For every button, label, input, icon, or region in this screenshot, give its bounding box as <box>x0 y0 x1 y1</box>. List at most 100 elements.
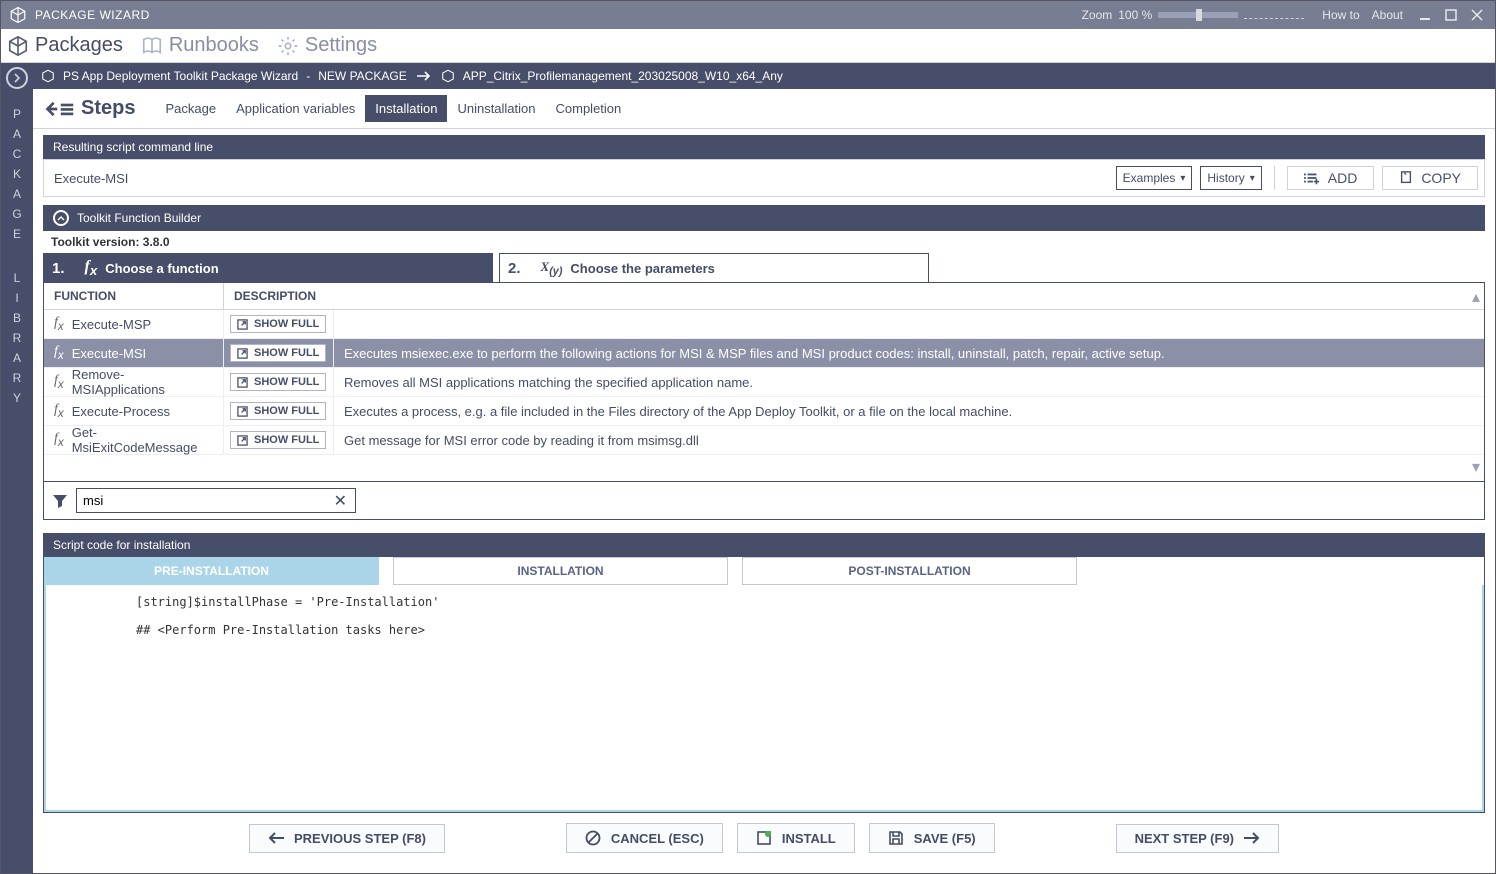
save-icon <box>888 830 904 846</box>
copy-button[interactable]: COPY <box>1382 166 1478 190</box>
prev-label: PREVIOUS STEP (F8) <box>294 831 426 846</box>
nav-settings-label: Settings <box>305 34 377 57</box>
tfb-step-tabs: 1. fxChoose a function 2. X(y)Choose the… <box>43 253 1485 282</box>
minimize-button[interactable] <box>1415 5 1435 25</box>
function-name: Get-MsiExitCodeMessage <box>72 425 213 455</box>
tfb-step2[interactable]: 2. X(y)Choose the parameters <box>499 253 929 282</box>
next-step-button[interactable]: NEXT STEP (F9) <box>1116 824 1279 853</box>
function-table-body[interactable]: fx Execute-MSP SHOW FULL fx Execute-MSI SHOW … <box>44 310 1484 481</box>
step-completion[interactable]: Completion <box>546 95 632 122</box>
function-row[interactable]: fxExecute-MSPSHOW FULL <box>44 310 1484 339</box>
show-full-button[interactable]: SHOW FULL <box>230 344 326 362</box>
zoom-scale-icon <box>1244 11 1304 19</box>
steps-heading: Steps <box>81 97 135 120</box>
zoom-control[interactable]: Zoom 100 % <box>1082 8 1305 22</box>
tfb-title: Toolkit Function Builder <box>77 211 201 225</box>
arrow-right-icon <box>1244 832 1260 844</box>
function-row[interactable]: fxRemove-MSIApplicationsSHOW FULLRemoves… <box>44 368 1484 397</box>
nav-packages[interactable]: Packages <box>7 34 123 57</box>
add-button[interactable]: ADD <box>1287 166 1375 190</box>
cancel-icon <box>585 830 601 846</box>
tfb-step2-label: Choose the parameters <box>570 261 715 276</box>
toolkit-version-label: Toolkit version: <box>51 235 139 249</box>
script-tabs: PRE-INSTALLATION INSTALLATION POST-INSTA… <box>44 557 1484 585</box>
howto-link[interactable]: How to <box>1322 8 1359 22</box>
steps-back-button[interactable] <box>43 98 75 120</box>
show-full-button[interactable]: SHOW FULL <box>230 431 326 449</box>
show-full-button[interactable]: SHOW FULL <box>230 373 326 391</box>
tab-installation[interactable]: INSTALLATION <box>393 557 728 585</box>
tab-pre-installation[interactable]: PRE-INSTALLATION <box>44 557 379 585</box>
function-table: FUNCTION DESCRIPTION fxExecute-MSPSHOW F… <box>43 282 1485 482</box>
filter-row: ✕ <box>43 482 1485 520</box>
tab-post-installation[interactable]: POST-INSTALLATION <box>742 557 1077 585</box>
breadcrumb-target: APP_Citrix_Profilemanagement_203025008_W… <box>463 69 783 83</box>
nav-settings[interactable]: Settings <box>277 34 377 57</box>
scroll-up-icon[interactable]: ▴ <box>1472 287 1480 307</box>
cmdline-row: Examples History ADD COPY <box>43 159 1485 197</box>
function-row[interactable]: fxExecute-MSISHOW FULLExecutes msiexec.e… <box>44 339 1484 368</box>
open-icon <box>237 348 248 359</box>
filter-icon <box>52 493 68 509</box>
book-icon <box>141 35 163 57</box>
toolkit-version-value: 3.8.0 <box>143 235 170 249</box>
collapse-button[interactable] <box>53 210 69 226</box>
step-app-vars[interactable]: Application variables <box>226 95 365 122</box>
filter-input-box: ✕ <box>76 488 356 513</box>
tfb-step1-label: Choose a function <box>105 261 218 276</box>
maximize-button[interactable] <box>1441 5 1461 25</box>
examples-dropdown[interactable]: Examples <box>1116 166 1193 190</box>
step-package[interactable]: Package <box>155 95 226 122</box>
cube-icon <box>41 69 55 83</box>
fx-icon: fx <box>54 402 64 420</box>
nav-runbooks[interactable]: Runbooks <box>141 34 259 57</box>
filter-input[interactable] <box>77 489 326 512</box>
footer: PREVIOUS STEP (F8) CANCEL (ESC) INSTALL … <box>43 813 1485 863</box>
function-description: Removes all MSI applications matching th… <box>334 375 1484 390</box>
show-full-button[interactable]: SHOW FULL <box>230 402 326 420</box>
open-icon <box>237 377 248 388</box>
zoom-slider[interactable] <box>1158 12 1238 18</box>
function-name: Execute-MSI <box>72 346 146 361</box>
history-dropdown[interactable]: History <box>1200 166 1261 190</box>
scroll-down-icon[interactable]: ▾ <box>1472 457 1480 477</box>
copy-icon <box>1399 171 1413 185</box>
cube-icon <box>441 69 455 83</box>
step-uninstallation[interactable]: Uninstallation <box>447 95 545 122</box>
sidebar-expand-button[interactable] <box>6 67 28 89</box>
titlebar: PACKAGE WIZARD Zoom 100 % How to About <box>1 1 1495 29</box>
tfb-step1[interactable]: 1. fxChoose a function <box>43 253 493 282</box>
install-button[interactable]: INSTALL <box>737 823 855 853</box>
show-full-button[interactable]: SHOW FULL <box>230 315 326 333</box>
scroll-indicator[interactable]: ▴ ▾ <box>1470 283 1482 481</box>
install-label: INSTALL <box>782 831 836 846</box>
about-link[interactable]: About <box>1372 8 1403 22</box>
script-code-editor[interactable]: [string]$installPhase = 'Pre-Installatio… <box>44 585 1484 812</box>
save-button[interactable]: SAVE (F5) <box>869 823 995 853</box>
previous-step-button[interactable]: PREVIOUS STEP (F8) <box>249 824 445 853</box>
function-description: Executes a process, e.g. a file included… <box>334 404 1484 419</box>
step-installation[interactable]: Installation <box>365 95 447 122</box>
cmdline-input[interactable] <box>50 166 1108 190</box>
next-label: NEXT STEP (F9) <box>1135 831 1234 846</box>
function-row[interactable]: fxGet-MsiExitCodeMessageSHOW FULLGet mes… <box>44 426 1484 455</box>
col-function: FUNCTION <box>44 283 224 309</box>
function-name: Execute-MSP <box>72 317 151 332</box>
sidebar: PACKAGE LIBRARY <box>1 63 33 873</box>
breadcrumb-newpkg: NEW PACKAGE <box>318 69 406 83</box>
breadcrumb-sep: - <box>306 69 310 83</box>
script-heading: Script code for installation <box>43 533 1485 557</box>
sidebar-label-package: PACKAGE <box>10 107 24 247</box>
open-icon <box>237 319 248 330</box>
open-icon <box>237 435 248 446</box>
fx-icon: fx <box>54 373 64 391</box>
copy-label: COPY <box>1421 170 1461 186</box>
breadcrumb: PS App Deployment Toolkit Package Wizard… <box>33 63 1495 89</box>
close-button[interactable] <box>1467 5 1487 25</box>
filter-clear-button[interactable]: ✕ <box>326 491 355 511</box>
steps-bar: Steps Package Application variables Inst… <box>33 89 1495 129</box>
function-row[interactable]: fxExecute-ProcessSHOW FULLExecutes a pro… <box>44 397 1484 426</box>
cancel-button[interactable]: CANCEL (ESC) <box>566 823 723 853</box>
fx-icon: fx <box>54 344 64 362</box>
top-nav: Packages Runbooks Settings <box>1 29 1495 63</box>
